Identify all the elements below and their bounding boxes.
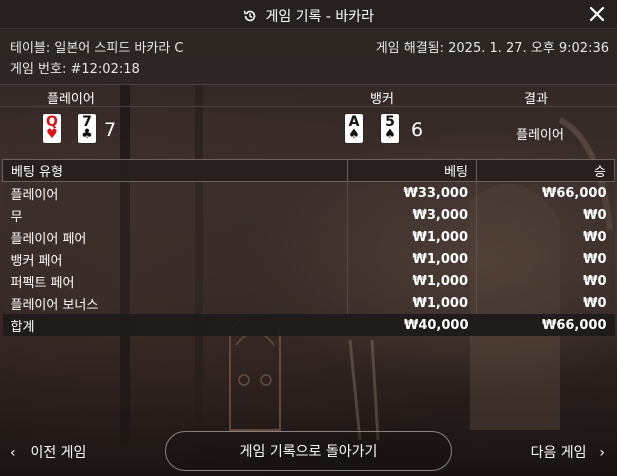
total-win: ₩66,000 — [476, 314, 615, 336]
win-amount: ₩0 — [476, 204, 615, 226]
total-row: 합계 ₩40,000 ₩66,000 — [2, 314, 615, 336]
banker-header: 뱅커 — [370, 92, 394, 107]
table-row: 퍼펙트 페어 ₩1,000 ₩0 — [2, 270, 615, 292]
player-header: 플레이어 — [47, 92, 95, 107]
divider — [0, 106, 617, 107]
table-name: 테이블: 일본어 스피드 바카라 C — [10, 41, 184, 56]
table-row: 플레이어 보너스 ₩1,000 ₩0 — [2, 292, 615, 314]
next-game-label: 다음 게임 — [530, 445, 587, 461]
divider — [0, 84, 617, 85]
player-score: 7 — [104, 119, 117, 141]
column-header-bet: 베팅 — [347, 159, 477, 182]
chevron-right-icon: › — [599, 445, 605, 461]
game-history-window: 게임 기록 - 바카라 테이블: 일본어 스피드 바카라 C 게임 해결됨: 2… — [0, 0, 617, 476]
bet-type: 플레이어 보너스 — [2, 292, 348, 314]
game-number: 게임 번호: #12:02:18 — [10, 62, 140, 77]
table-row: 플레이어 ₩33,000 ₩66,000 — [2, 181, 615, 204]
history-icon — [243, 10, 256, 22]
bet-amount: ₩1,000 — [347, 292, 477, 314]
banker-card-1: A ♠ — [345, 114, 363, 143]
bet-amount: ₩33,000 — [347, 181, 477, 204]
banker-card-2: 5 ♠ — [381, 114, 399, 143]
bets-table: 베팅 유형 베팅 승 플레이어 ₩33,000 ₩66,000 무 ₩3,000… — [2, 159, 615, 336]
previous-game-label: 이전 게임 — [30, 445, 87, 461]
table-row: 플레이어 페어 ₩1,000 ₩0 — [2, 226, 615, 248]
win-amount: ₩0 — [476, 248, 615, 270]
resolved-time: 게임 해결됨: 2025. 1. 27. 오후 9:02:36 — [375, 41, 609, 56]
close-icon[interactable] — [587, 4, 607, 24]
window-title: 게임 기록 - 바카라 — [0, 6, 617, 26]
window-header: 게임 기록 - 바카라 — [0, 0, 617, 29]
total-bet: ₩40,000 — [347, 314, 477, 336]
total-label: 합계 — [2, 314, 348, 336]
bet-type: 플레이어 — [2, 181, 348, 204]
bet-amount: ₩1,000 — [347, 248, 477, 270]
result-value: 플레이어 — [516, 128, 564, 143]
banker-score: 6 — [411, 119, 424, 141]
chevron-left-icon: ‹ — [10, 445, 16, 461]
spade-icon: ♠ — [384, 127, 396, 142]
bet-amount: ₩1,000 — [347, 270, 477, 292]
window-title-text: 게임 기록 - 바카라 — [265, 9, 374, 25]
bet-type: 퍼펙트 페어 — [2, 270, 348, 292]
bet-type: 플레이어 페어 — [2, 226, 348, 248]
club-icon: ♣ — [81, 127, 93, 142]
result-header: 결과 — [524, 92, 548, 107]
win-amount: ₩0 — [476, 292, 615, 314]
next-game-button[interactable]: 다음 게임 › — [531, 442, 605, 462]
game-info: 테이블: 일본어 스피드 바카라 C 게임 해결됨: 2025. 1. 27. … — [0, 29, 617, 84]
spade-icon: ♠ — [348, 127, 360, 142]
bet-type: 뱅커 페어 — [2, 248, 348, 270]
heart-icon: ♥ — [46, 127, 58, 142]
bet-type: 무 — [2, 204, 348, 226]
bet-amount: ₩3,000 — [347, 204, 477, 226]
player-card-1: Q ♥ — [43, 114, 61, 143]
column-header-type: 베팅 유형 — [2, 159, 348, 182]
table-row: 뱅커 페어 ₩1,000 ₩0 — [2, 248, 615, 270]
column-header-win: 승 — [476, 159, 615, 182]
player-card-2: 7 ♣ — [78, 114, 96, 143]
previous-game-button[interactable]: ‹ 이전 게임 — [10, 442, 86, 462]
table-row: 무 ₩3,000 ₩0 — [2, 204, 615, 226]
win-amount: ₩66,000 — [476, 181, 615, 204]
bet-amount: ₩1,000 — [347, 226, 477, 248]
table-header-row: 베팅 유형 베팅 승 — [2, 159, 615, 182]
back-to-history-button[interactable]: 게임 기록으로 돌아가기 — [165, 431, 452, 471]
win-amount: ₩0 — [476, 226, 615, 248]
win-amount: ₩0 — [476, 270, 615, 292]
